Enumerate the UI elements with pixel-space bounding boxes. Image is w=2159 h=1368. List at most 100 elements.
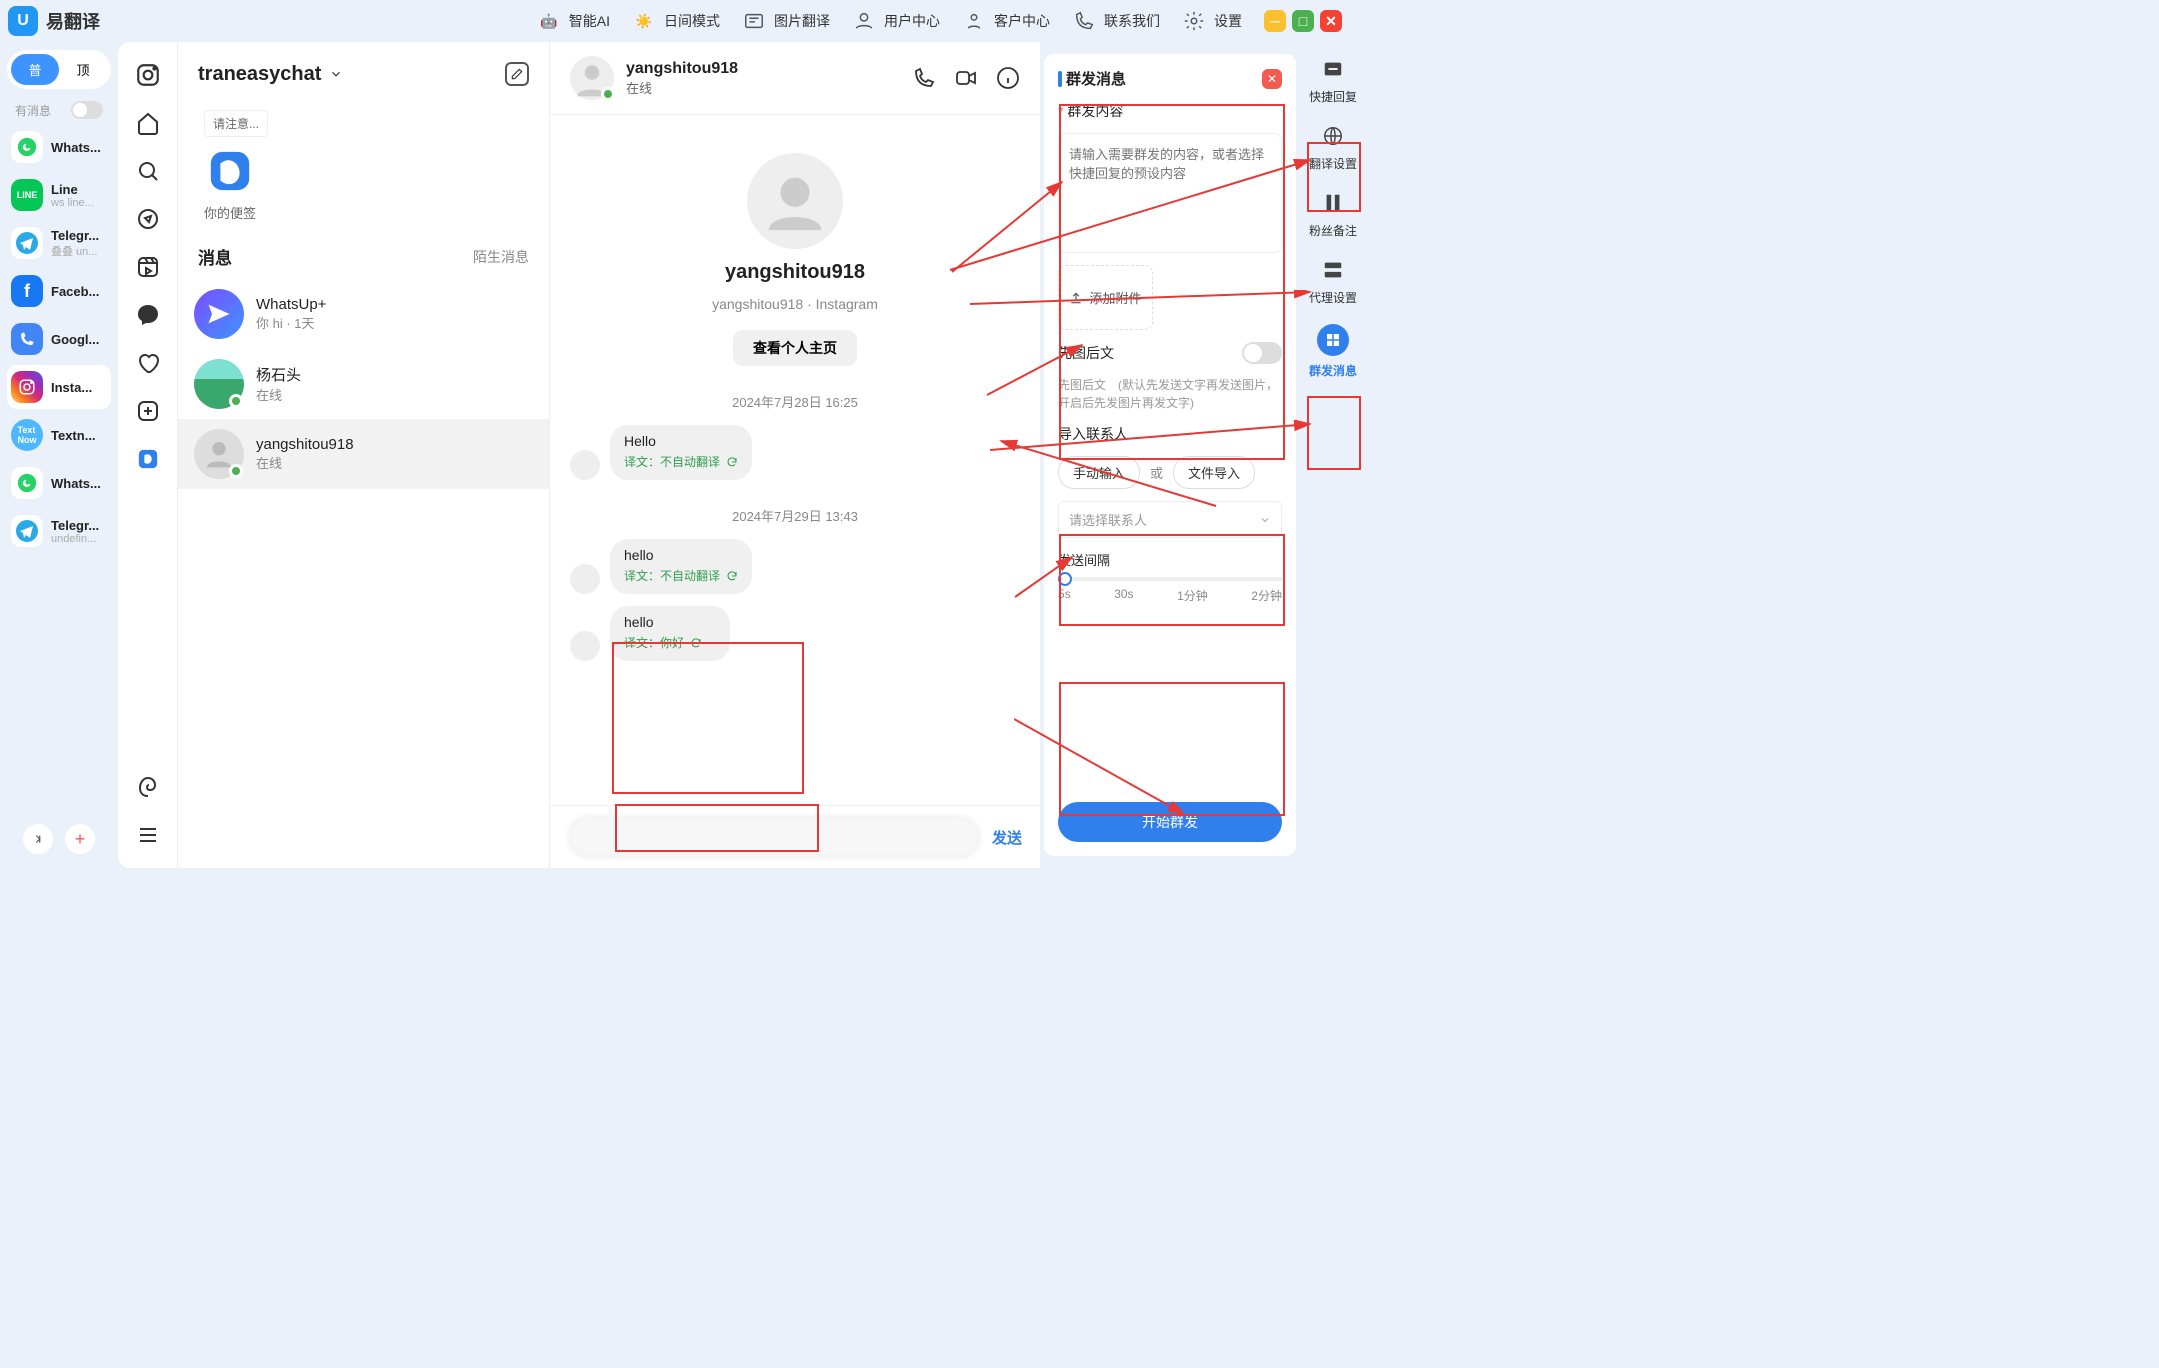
nav-reels-icon[interactable] [135, 254, 161, 280]
or-label: 或 [1150, 463, 1163, 482]
start-broadcast-button[interactable]: 开始群发 [1058, 802, 1282, 842]
account-tab-primary[interactable]: 普 [11, 54, 59, 85]
chat-input[interactable] [568, 816, 980, 858]
message-bubble[interactable]: hello 译文：不自动翻译 [610, 539, 752, 594]
chat-body[interactable]: yangshitou918 yangshitou918 · Instagram … [550, 115, 1040, 805]
account-item-whatsapp-2[interactable]: Whats... [7, 461, 111, 505]
conversation-sub: 在线 [256, 385, 533, 404]
message-translation[interactable]: 译文：不自动翻译 [624, 453, 738, 470]
compose-button[interactable] [505, 62, 529, 86]
note-app-icon[interactable] [204, 145, 256, 197]
account-item-line[interactable]: LINE Linews line... [7, 173, 111, 217]
account-item-google[interactable]: Googl... [7, 317, 111, 361]
file-import-button[interactable]: 文件导入 [1173, 456, 1255, 489]
account-item-textnow[interactable]: TextNow Textn... [7, 413, 111, 457]
topbar-theme-button[interactable]: ☀️ 日间模式 [632, 9, 720, 33]
account-item-telegram[interactable]: Telegr...叠叠 un... [7, 221, 111, 265]
manual-input-button[interactable]: 手动输入 [1058, 456, 1140, 489]
image-first-toggle[interactable] [1242, 342, 1282, 364]
nav-search-icon[interactable] [135, 158, 161, 184]
user-icon [852, 9, 876, 33]
stranger-messages-link[interactable]: 陌生消息 [473, 247, 529, 267]
accounts-add-button[interactable]: + [65, 824, 95, 854]
rail-translate-settings[interactable]: 翻译设置 [1309, 123, 1357, 172]
rail-proxy-settings[interactable]: 代理设置 [1309, 257, 1357, 306]
topbar-user-center-label: 用户中心 [884, 11, 940, 31]
nav-app-icon[interactable] [135, 446, 161, 472]
attach-label: 添加附件 [1089, 288, 1141, 307]
conversation-sub: 你 hi · 1天 [256, 313, 533, 332]
nav-home-icon[interactable] [135, 110, 161, 136]
date-separator: 2024年7月29日 13:43 [732, 506, 858, 525]
window-maximize-button[interactable]: □ [1292, 10, 1314, 32]
account-item-telegram-2[interactable]: Telegr...undefin... [7, 509, 111, 553]
message-avatar [570, 631, 600, 661]
video-call-button[interactable] [954, 66, 978, 90]
interval-slider[interactable] [1058, 577, 1282, 581]
convlist-title[interactable]: traneasychat [198, 63, 343, 86]
topbar-ai-button[interactable]: 🤖 智能AI [537, 9, 610, 33]
profile-avatar [747, 153, 843, 249]
message-bubble[interactable]: hello 译文：你好 [610, 606, 730, 661]
account-item-facebook[interactable]: f Faceb... [7, 269, 111, 313]
nav-messenger-icon[interactable] [135, 302, 161, 328]
rail-broadcast[interactable]: 群发消息 [1309, 324, 1357, 379]
conversation-name: 杨石头 [256, 364, 533, 385]
broadcast-panel-title: 群发消息 [1058, 68, 1126, 89]
account-tab-top[interactable]: 顶 [59, 54, 107, 85]
message-row: Hello 译文：不自动翻译 [570, 425, 1020, 480]
window-close-button[interactable]: ✕ [1320, 10, 1342, 32]
call-button[interactable] [912, 66, 936, 90]
topbar-customer-center-button[interactable]: 客户中心 [962, 9, 1050, 33]
broadcast-content-input[interactable] [1058, 133, 1282, 253]
has-message-toggle[interactable] [71, 101, 103, 119]
robot-icon: 🤖 [537, 9, 561, 33]
chevron-down-icon [329, 67, 343, 81]
account-sub: undefin... [51, 533, 107, 545]
gear-icon [1182, 9, 1206, 33]
topbar-settings-button[interactable]: 设置 [1182, 9, 1242, 33]
window-minimize-button[interactable]: ─ [1264, 10, 1286, 32]
nav-threads-icon[interactable] [135, 774, 161, 800]
nav-heart-icon[interactable] [135, 350, 161, 376]
interval-opt: 1分钟 [1177, 587, 1208, 604]
view-profile-button[interactable]: 查看个人主页 [733, 330, 857, 366]
topbar-ai-label: 智能AI [569, 11, 610, 31]
nav-compass-icon[interactable] [135, 206, 161, 232]
account-item-whatsapp[interactable]: Whats... [7, 125, 111, 169]
conversation-list: traneasychat 请注意... 你的便签 消息 陌生消息 [178, 42, 550, 868]
topbar-user-center-button[interactable]: 用户中心 [852, 9, 940, 33]
image-first-help: 先图后文 (默认先发送文字再发送图片，开启后先发图片再发文字) [1058, 376, 1282, 412]
conversation-item[interactable]: yangshitou918在线 [178, 419, 549, 489]
app-logo-icon: U [8, 6, 38, 36]
topbar-image-translate-button[interactable]: 图片翻译 [742, 9, 830, 33]
message-translation[interactable]: 译文：不自动翻译 [624, 567, 738, 584]
conversation-item[interactable]: WhatsUp+你 hi · 1天 [178, 279, 549, 349]
rail-fan-notes[interactable]: 粉丝备注 [1309, 190, 1357, 239]
import-contacts-label: 导入联系人 [1058, 424, 1282, 444]
convlist-title-text: traneasychat [198, 63, 321, 86]
whatsapp-icon [11, 467, 43, 499]
message-bubble[interactable]: Hello 译文：不自动翻译 [610, 425, 752, 480]
line-icon: LINE [11, 179, 43, 211]
account-name: Whats... [51, 476, 107, 491]
send-button[interactable]: 发送 [992, 827, 1022, 848]
rail-quick-reply[interactable]: 快捷回复 [1309, 56, 1357, 105]
topbar-contact-button[interactable]: 联系我们 [1072, 9, 1160, 33]
app-name: 易翻译 [46, 8, 100, 34]
accounts-collapse-button[interactable] [23, 824, 53, 854]
has-message-label: 有消息 [15, 102, 51, 119]
nav-menu-icon[interactable] [135, 822, 161, 848]
nav-instagram-icon[interactable] [135, 62, 161, 88]
conversation-item[interactable]: 杨石头在线 [178, 349, 549, 419]
contact-select-placeholder: 请选择联系人 [1069, 510, 1147, 529]
message-translation[interactable]: 译文：你好 [624, 634, 716, 651]
nav-create-icon[interactable] [135, 398, 161, 424]
attach-file-button[interactable]: 添加附件 [1058, 265, 1153, 330]
broadcast-panel-close-button[interactable]: ✕ [1262, 69, 1282, 89]
has-message-toggle-row: 有消息 [7, 99, 111, 121]
account-item-instagram[interactable]: Insta... [7, 365, 111, 409]
info-button[interactable] [996, 66, 1020, 90]
contact-select[interactable]: 请选择联系人 [1058, 501, 1282, 538]
image-translate-icon [742, 9, 766, 33]
